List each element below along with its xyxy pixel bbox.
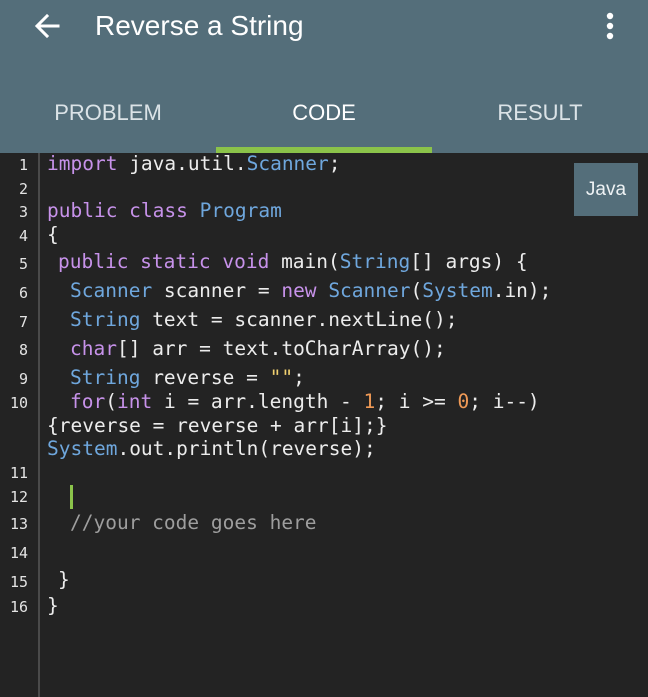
type-name: System (422, 279, 493, 302)
code-line[interactable]: char[] arr = text.toCharArray(); (70, 337, 446, 361)
code-text: scanner = (152, 279, 282, 302)
code-text: java.util. (117, 152, 247, 175)
more-vert-icon[interactable] (598, 8, 622, 44)
code-line[interactable]: String reverse = ""; (70, 366, 305, 390)
text-cursor (70, 485, 73, 509)
code-text: .in); (492, 279, 552, 302)
keyword: int (116, 390, 153, 413)
code-text: [] args) { (410, 250, 528, 273)
line-number: 16 (9, 598, 28, 616)
line-number: 7 (18, 313, 28, 331)
code-line[interactable]: } (58, 568, 70, 592)
language-badge[interactable]: Java (574, 163, 638, 216)
keyword: import (47, 152, 118, 175)
number-literal: 0 (457, 390, 470, 413)
line-number: 10 (9, 394, 28, 412)
keyword: for (70, 390, 106, 413)
app-bar: Reverse a String PROBLEM CODE RESULT (0, 0, 648, 153)
line-number: 13 (9, 515, 28, 533)
code-text: ; (328, 152, 341, 175)
code-line[interactable]: Scanner scanner = new Scanner(System.in)… (70, 279, 551, 303)
type-name: String (339, 250, 411, 273)
type-name: String (70, 308, 141, 331)
code-text: ; i--) (469, 390, 540, 413)
gutter-divider (38, 153, 40, 697)
keyword: new (281, 279, 317, 302)
line-number: 5 (18, 255, 28, 273)
code-line-wrapped[interactable]: System.out.println(reverse); (47, 437, 376, 461)
code-line[interactable]: import java.util.Scanner; (47, 152, 341, 176)
number-literal: 1 (363, 390, 376, 413)
code-line[interactable]: public static void main(String[] args) { (58, 250, 528, 274)
code-text: ; i >= (375, 390, 458, 413)
code-text: i = arr.length - (152, 390, 364, 413)
code-line-wrapped[interactable]: {reverse = reverse + arr[i];} (47, 414, 387, 438)
code-line[interactable]: { (47, 223, 59, 247)
code-text: ( (410, 279, 423, 302)
line-number: 14 (9, 544, 28, 562)
type-name: Program (199, 199, 282, 222)
page-title: Reverse a String (95, 10, 304, 41)
code-line[interactable]: for(int i = arr.length - 1; i >= 0; i--) (70, 390, 540, 414)
code-text: {reverse = reverse + arr[i];} (47, 414, 388, 437)
code-text: { (47, 223, 59, 246)
type-name: Scanner (70, 279, 153, 302)
line-number: 15 (9, 573, 28, 591)
line-number: 3 (18, 203, 28, 221)
type-name: Scanner (328, 279, 411, 302)
code-text: } (58, 568, 70, 591)
code-text: ; (293, 366, 305, 389)
line-number: 11 (9, 464, 28, 482)
code-text: main( (269, 250, 340, 273)
keyword: char (70, 337, 117, 360)
code-text: text = scanner.nextLine(); (140, 308, 458, 331)
line-number: 4 (18, 227, 28, 245)
tab-result[interactable]: RESULT (432, 98, 648, 128)
code-text: ( (105, 390, 117, 413)
type-name: System (47, 437, 118, 460)
tab-code[interactable]: CODE (216, 98, 432, 128)
code-text: } (47, 594, 59, 617)
type-name: String (70, 366, 141, 389)
line-number: 9 (18, 370, 28, 388)
code-comment[interactable]: //your code goes here (70, 511, 317, 535)
line-number: 1 (18, 156, 28, 174)
code-line[interactable]: public class Program (47, 199, 282, 223)
string-literal: "" (269, 366, 294, 389)
line-number: 6 (18, 284, 28, 302)
arrow-left-icon[interactable] (30, 8, 66, 44)
type-name: Scanner (246, 152, 329, 175)
code-text: [] arr = text.toCharArray(); (116, 337, 446, 360)
code-text: reverse = (140, 366, 270, 389)
code-line[interactable]: String text = scanner.nextLine(); (70, 308, 457, 332)
line-number: 2 (18, 180, 28, 198)
line-number: 12 (9, 488, 28, 506)
keyword: public class (47, 199, 188, 222)
line-number: 8 (18, 341, 28, 359)
code-line[interactable]: } (47, 594, 59, 618)
code-text: .out.println(reverse); (117, 437, 376, 460)
tab-problem[interactable]: PROBLEM (0, 98, 216, 128)
keyword: public static void (58, 250, 270, 273)
